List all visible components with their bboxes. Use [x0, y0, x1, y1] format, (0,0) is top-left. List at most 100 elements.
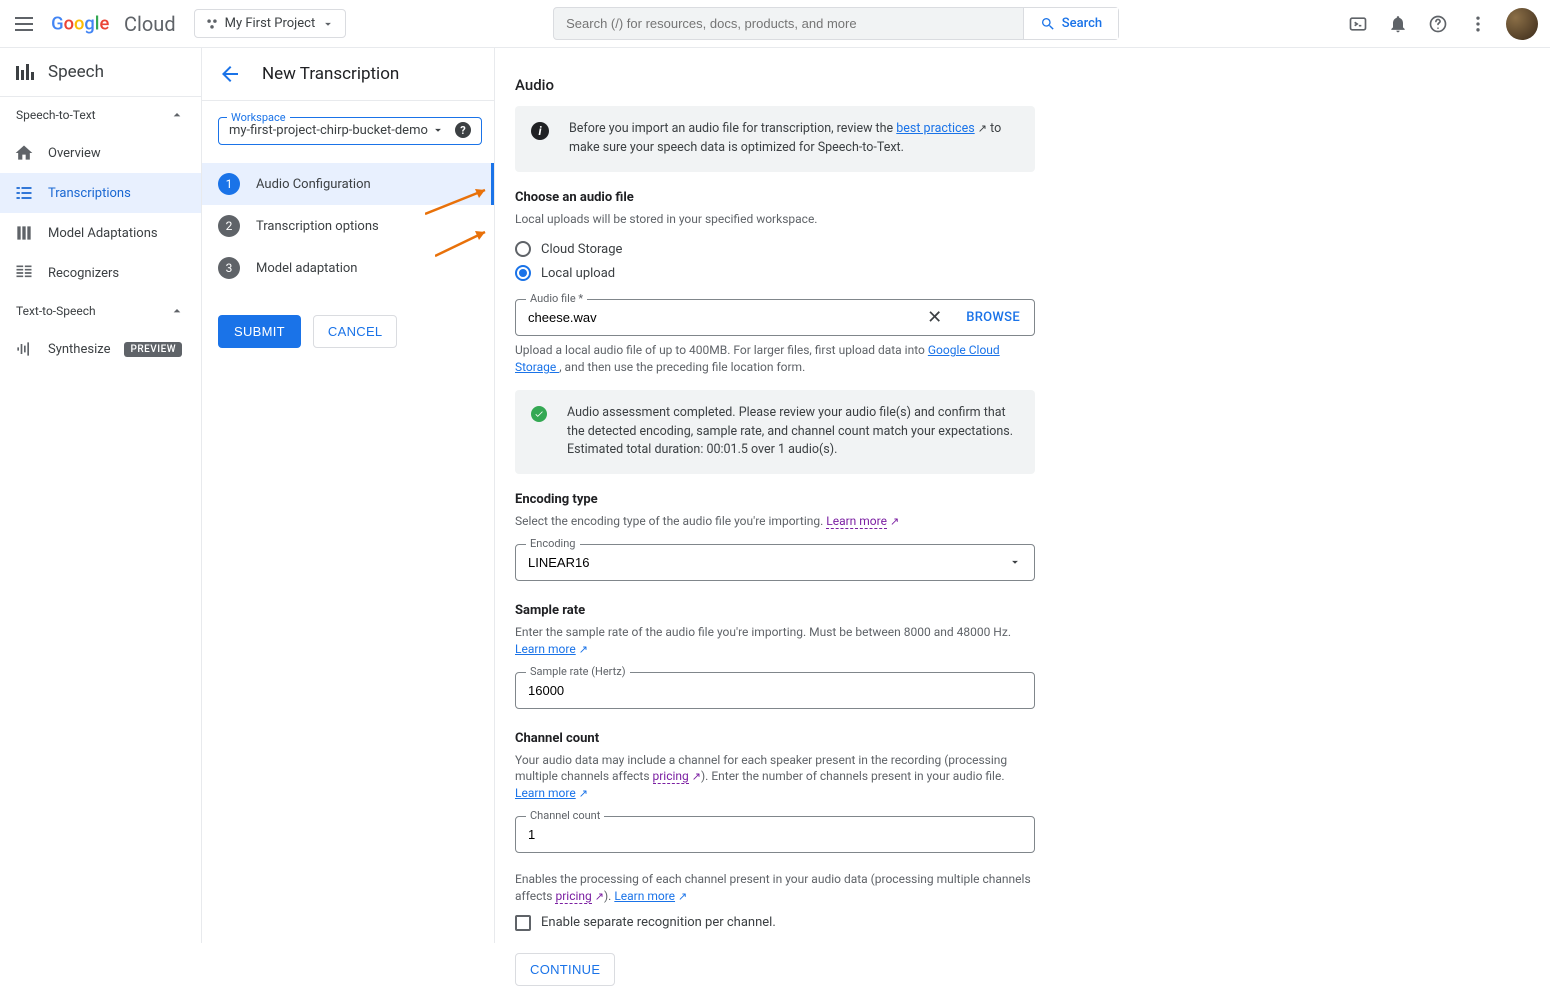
project-selector[interactable]: My First Project: [194, 9, 347, 38]
top-header: Google Cloud My First Project Search: [0, 0, 1550, 48]
encoding-heading: Encoding type: [515, 492, 1035, 507]
learn-more-encoding-link[interactable]: Learn more: [826, 514, 887, 529]
learn-more-sample-link[interactable]: Learn more: [515, 642, 576, 656]
project-icon: [205, 17, 219, 31]
cloud-shell-icon[interactable]: [1346, 12, 1370, 36]
step-model-adaptation[interactable]: 3Model adaptation: [202, 247, 494, 289]
sample-rate-input[interactable]: [516, 673, 1034, 708]
workspace-label: Workspace: [227, 111, 290, 124]
sample-rate-subtext: Enter the sample rate of the audio file …: [515, 624, 1035, 658]
field-label: Encoding: [526, 537, 580, 550]
chevron-down-icon: [1008, 555, 1022, 569]
channel-count-subtext: Your audio data may include a channel fo…: [515, 752, 1035, 802]
search-button[interactable]: Search: [1023, 8, 1118, 39]
sidebar-item-overview[interactable]: Overview: [0, 133, 201, 173]
choose-file-heading: Choose an audio file: [515, 190, 1035, 205]
sidebar-item-synthesize[interactable]: Synthesize PREVIEW: [0, 329, 201, 369]
chevron-up-icon: [169, 107, 185, 123]
channel-count-heading: Channel count: [515, 731, 1035, 746]
checkmark-icon: [531, 406, 547, 422]
best-practices-banner: i Before you import an audio file for tr…: [515, 106, 1035, 172]
grid-icon: [14, 263, 34, 283]
checkbox-label: Enable separate recognition per channel.: [541, 915, 776, 930]
sidebar-item-label: Recognizers: [48, 266, 119, 281]
sidebar-item-label: Overview: [48, 146, 101, 161]
clear-file-icon[interactable]: ✕: [917, 307, 952, 328]
sidebar-item-model-adaptations[interactable]: Model Adaptations: [0, 213, 201, 253]
submit-button[interactable]: SUBMIT: [218, 315, 301, 348]
google-logo-icon: Google: [50, 13, 120, 35]
left-sidebar: Speech Speech-to-Text Overview Transcrip…: [0, 48, 202, 943]
external-link-icon: ↗: [579, 787, 588, 800]
upload-help-text: Upload a local audio file of up to 400MB…: [515, 342, 1035, 376]
continue-button[interactable]: CONTINUE: [515, 953, 615, 986]
notifications-icon[interactable]: [1386, 12, 1410, 36]
separate-recognition-checkbox[interactable]: [515, 915, 531, 931]
home-icon: [14, 143, 34, 163]
encoding-select[interactable]: Encoding: [515, 544, 1035, 581]
header-utility-icons: [1346, 8, 1538, 40]
audio-file-input[interactable]: [516, 300, 917, 335]
project-name: My First Project: [225, 16, 316, 31]
step-audio-configuration[interactable]: 1Audio Configuration: [202, 163, 494, 205]
nav-section-tts[interactable]: Text-to-Speech: [0, 293, 201, 329]
audio-file-field: Audio file * ✕ BROWSE: [515, 299, 1035, 336]
stepper-column: New Transcription Workspace my-first-pro…: [202, 48, 495, 943]
sample-rate-heading: Sample rate: [515, 603, 1035, 618]
step-label: Transcription options: [256, 219, 379, 234]
radio-local-upload[interactable]: Local upload: [515, 261, 1035, 285]
step-label: Audio Configuration: [256, 177, 371, 192]
pricing-link[interactable]: pricing: [653, 769, 689, 784]
sidebar-item-label: Model Adaptations: [48, 226, 158, 241]
help-icon[interactable]: [1426, 12, 1450, 36]
nav-section-stt[interactable]: Speech-to-Text: [0, 97, 201, 133]
audio-config-form: Audio i Before you import an audio file …: [495, 48, 1055, 943]
pricing-link-2[interactable]: pricing: [555, 889, 591, 904]
more-options-icon[interactable]: [1466, 12, 1490, 36]
step-transcription-options[interactable]: 2Transcription options: [202, 205, 494, 247]
encoding-value: [516, 545, 1008, 580]
sidebar-item-recognizers[interactable]: Recognizers: [0, 253, 201, 293]
field-label: Audio file *: [526, 292, 587, 305]
product-header: Speech: [0, 48, 201, 97]
learn-more-separate-link[interactable]: Learn more: [614, 889, 675, 903]
page-header: New Transcription: [202, 48, 494, 101]
choose-file-subtext: Local uploads will be stored in your spe…: [515, 211, 1035, 228]
google-cloud-logo[interactable]: Google Cloud: [50, 12, 176, 36]
channel-count-input[interactable]: [516, 817, 1034, 852]
sidebar-item-label: Synthesize: [48, 342, 110, 357]
sidebar-item-transcriptions[interactable]: Transcriptions: [0, 173, 201, 213]
chevron-down-icon: [431, 123, 445, 137]
channel-count-field: Channel count: [515, 816, 1035, 853]
learn-more-channel-link[interactable]: Learn more: [515, 786, 576, 800]
search-icon: [1040, 16, 1056, 32]
search-button-label: Search: [1062, 16, 1102, 31]
search-input[interactable]: [554, 8, 1023, 39]
chevron-up-icon: [169, 303, 185, 319]
back-arrow-icon[interactable]: [218, 62, 242, 86]
external-link-icon: ↗: [595, 890, 604, 903]
preview-badge: PREVIEW: [124, 342, 182, 357]
cancel-button[interactable]: CANCEL: [313, 315, 398, 348]
cloud-text: Cloud: [124, 12, 176, 36]
user-avatar[interactable]: [1506, 8, 1538, 40]
chevron-down-icon: [321, 17, 335, 31]
sample-rate-field: Sample rate (Hertz): [515, 672, 1035, 709]
browse-button[interactable]: BROWSE: [952, 310, 1034, 325]
sidebar-item-label: Transcriptions: [48, 186, 131, 201]
best-practices-link[interactable]: best practices: [896, 121, 974, 136]
external-link-icon: ↗: [978, 122, 987, 135]
field-label: Channel count: [526, 809, 604, 822]
content-area: New Transcription Workspace my-first-pro…: [202, 48, 1550, 943]
svg-text:Google: Google: [51, 13, 109, 34]
step-label: Model adaptation: [256, 261, 357, 276]
workspace-help-icon[interactable]: ?: [455, 122, 471, 138]
radio-cloud-storage[interactable]: Cloud Storage: [515, 237, 1035, 261]
external-link-icon: ↗: [890, 515, 899, 528]
external-link-icon: ↗: [579, 643, 588, 656]
page-title: New Transcription: [262, 64, 399, 84]
separate-recognition-checkbox-row: Enable separate recognition per channel.: [515, 915, 1035, 931]
speech-product-icon: [16, 64, 34, 80]
hamburger-menu-icon[interactable]: [12, 12, 36, 36]
workspace-select[interactable]: Workspace my-first-project-chirp-bucket-…: [218, 117, 482, 145]
